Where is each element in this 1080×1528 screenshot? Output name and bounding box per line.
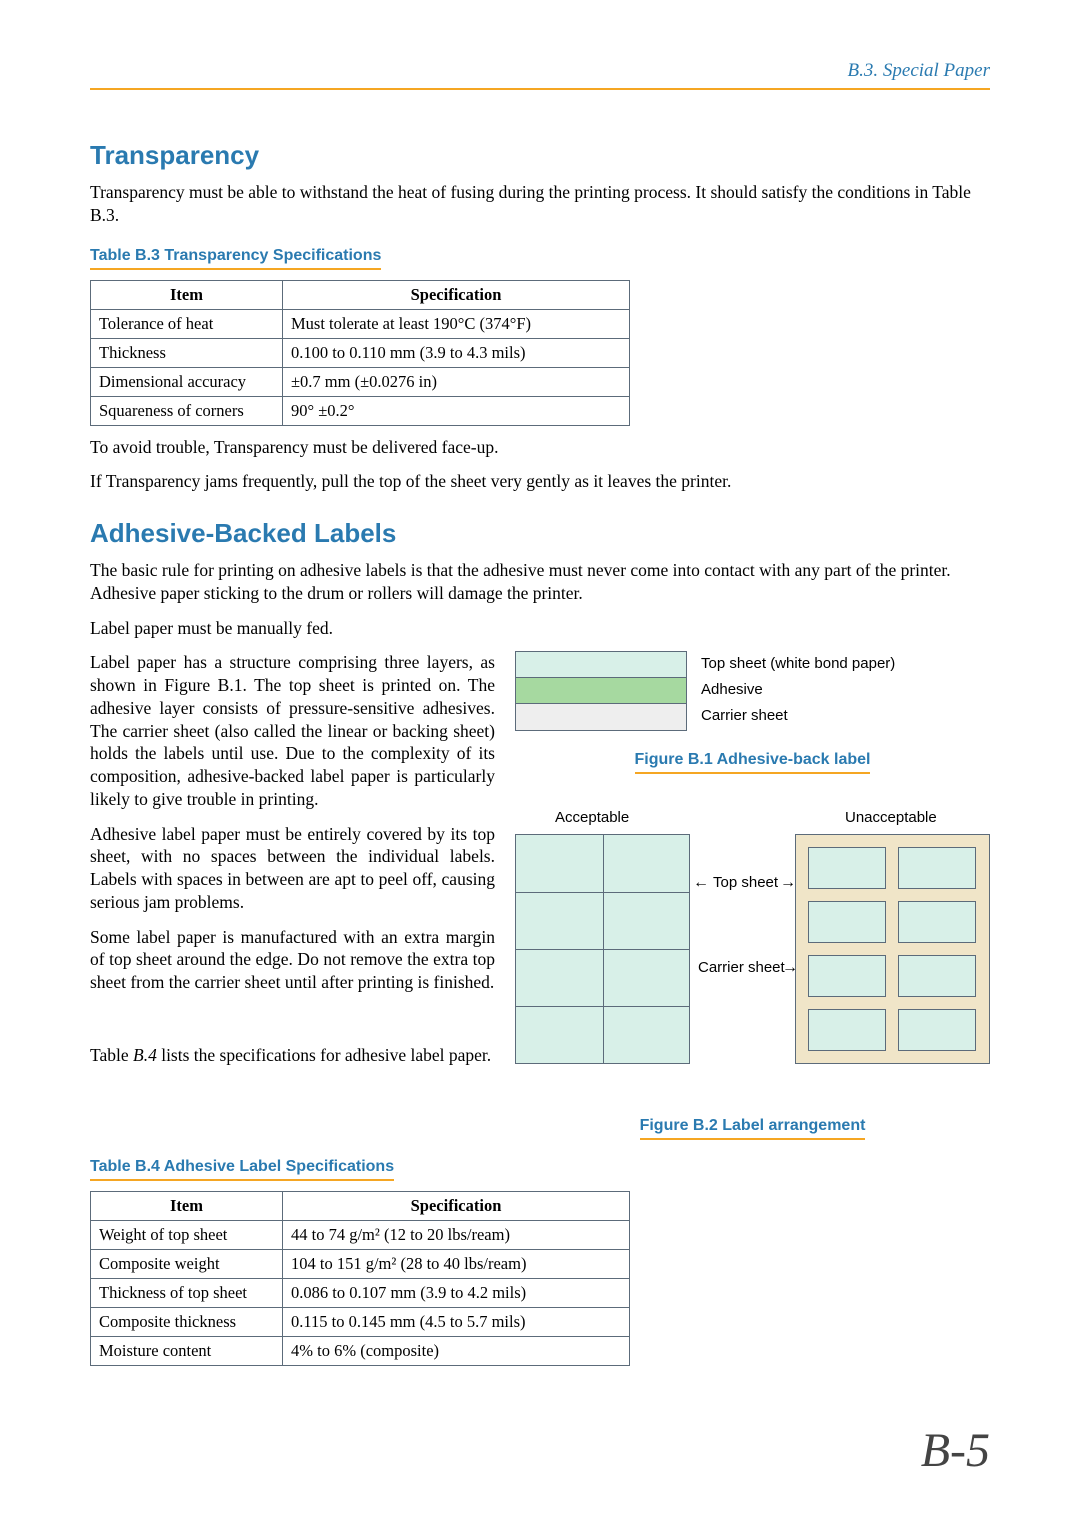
- td: Dimensional accuracy: [91, 367, 283, 396]
- layer-adhesive: [516, 678, 686, 704]
- transparency-note1: To avoid trouble, Transparency must be d…: [90, 436, 990, 459]
- table-row: Dimensional accuracy ±0.7 mm (±0.0276 in…: [91, 367, 630, 396]
- figure-b1-caption: Figure B.1 Adhesive-back label: [635, 751, 871, 774]
- figure-b1: Top sheet (white bond paper) Adhesive Ca…: [515, 651, 990, 784]
- td: Squareness of corners: [91, 396, 283, 425]
- adhesive-p4: Adhesive label paper must be entirely co…: [90, 823, 495, 914]
- adhesive-p3: Label paper has a structure comprising t…: [90, 651, 495, 810]
- th-spec: Specification: [283, 280, 630, 309]
- table-row: Item Specification: [91, 1192, 630, 1221]
- td: 44 to 74 g/m² (12 to 20 lbs/ream): [283, 1221, 630, 1250]
- page-number: B-5: [921, 1423, 990, 1478]
- layer-carrier: [516, 704, 686, 730]
- arrow-left-icon: ←: [693, 874, 709, 892]
- annot-carrier: Carrier sheet: [698, 959, 785, 976]
- table-row: Moisture content 4% to 6% (composite): [91, 1337, 630, 1366]
- table-b3: Item Specification Tolerance of heat Mus…: [90, 280, 630, 426]
- label-adhesive: Adhesive: [701, 677, 895, 703]
- heading-transparency: Transparency: [90, 140, 990, 171]
- annot-topsheet: Top sheet: [713, 874, 778, 891]
- figure-b2-caption: Figure B.2 Label arrangement: [640, 1117, 866, 1140]
- adhesive-p1: The basic rule for printing on adhesive …: [90, 559, 990, 605]
- text: Table: [90, 1045, 133, 1065]
- heading-adhesive: Adhesive-Backed Labels: [90, 518, 990, 549]
- acceptable-grid: [515, 834, 690, 1064]
- table-b4-caption: Table B.4 Adhesive Label Specifications: [90, 1158, 394, 1181]
- figure-b1-diagram: [515, 651, 687, 731]
- adhesive-p6: Table B.4 lists the specifications for a…: [90, 1044, 495, 1067]
- label-carrier: Carrier sheet: [701, 703, 895, 729]
- table-row: Weight of top sheet 44 to 74 g/m² (12 to…: [91, 1221, 630, 1250]
- transparency-intro: Transparency must be able to withstand t…: [90, 181, 990, 227]
- th-spec: Specification: [283, 1192, 630, 1221]
- td: 104 to 151 g/m² (28 to 40 lbs/ream): [283, 1250, 630, 1279]
- table-row: Squareness of corners 90° ±0.2°: [91, 396, 630, 425]
- adhesive-p2: Label paper must be manually fed.: [90, 617, 990, 640]
- arrow-right-icon: →: [780, 874, 796, 892]
- td: Thickness: [91, 338, 283, 367]
- table-b3-caption: Table B.3 Transparency Specifications: [90, 247, 381, 270]
- td: 0.086 to 0.107 mm (3.9 to 4.2 mils): [283, 1279, 630, 1308]
- figure-b2: Acceptable Unacceptable: [515, 809, 990, 1069]
- td: Weight of top sheet: [91, 1221, 283, 1250]
- table-row: Thickness of top sheet 0.086 to 0.107 mm…: [91, 1279, 630, 1308]
- td: Must tolerate at least 190°C (374°F): [283, 309, 630, 338]
- table-row: Composite weight 104 to 151 g/m² (28 to …: [91, 1250, 630, 1279]
- th-item: Item: [91, 280, 283, 309]
- table-row: Tolerance of heat Must tolerate at least…: [91, 309, 630, 338]
- page-header: B.3. Special Paper: [90, 60, 990, 90]
- td: 90° ±0.2°: [283, 396, 630, 425]
- th-item: Item: [91, 1192, 283, 1221]
- td: Thickness of top sheet: [91, 1279, 283, 1308]
- text: lists the specifications for adhesive la…: [157, 1045, 491, 1065]
- text-em: B.4: [133, 1045, 157, 1065]
- table-row: Thickness 0.100 to 0.110 mm (3.9 to 4.3 …: [91, 338, 630, 367]
- arrow-right-icon: →: [782, 959, 798, 977]
- figure-b1-labels: Top sheet (white bond paper) Adhesive Ca…: [701, 651, 895, 729]
- td: 4% to 6% (composite): [283, 1337, 630, 1366]
- label-acceptable: Acceptable: [555, 809, 629, 826]
- td: ±0.7 mm (±0.0276 in): [283, 367, 630, 396]
- label-unacceptable: Unacceptable: [845, 809, 937, 826]
- td: Composite thickness: [91, 1308, 283, 1337]
- label-topsheet: Top sheet (white bond paper): [701, 651, 895, 677]
- adhesive-p5: Some label paper is manufactured with an…: [90, 926, 495, 994]
- td: 0.100 to 0.110 mm (3.9 to 4.3 mils): [283, 338, 630, 367]
- table-b4: Item Specification Weight of top sheet 4…: [90, 1191, 630, 1366]
- unacceptable-grid: [795, 834, 990, 1064]
- td: 0.115 to 0.145 mm (4.5 to 5.7 mils): [283, 1308, 630, 1337]
- td: Moisture content: [91, 1337, 283, 1366]
- td: Tolerance of heat: [91, 309, 283, 338]
- transparency-note2: If Transparency jams frequently, pull th…: [90, 470, 990, 493]
- table-row: Composite thickness 0.115 to 0.145 mm (4…: [91, 1308, 630, 1337]
- layer-topsheet: [516, 652, 686, 678]
- table-row: Item Specification: [91, 280, 630, 309]
- td: Composite weight: [91, 1250, 283, 1279]
